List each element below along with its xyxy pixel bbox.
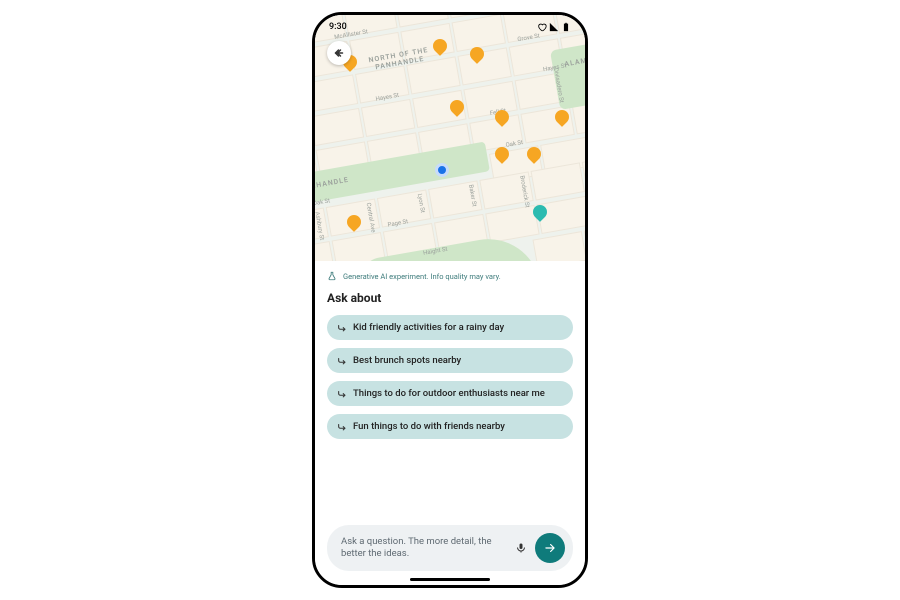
map-view[interactable]: Turk Blvd Golden Ga McAllister St Fulton… [315, 15, 585, 261]
suggestion-chip[interactable]: Fun things to do with friends nearby [327, 414, 573, 439]
suggestion-label: Things to do for outdoor enthusiasts nea… [353, 388, 545, 399]
suggestion-chip[interactable]: Kid friendly activities for a rainy day [327, 315, 573, 340]
arrow-return-icon [337, 323, 347, 333]
home-indicator [410, 578, 490, 581]
bottom-panel: Generative AI experiment. Info quality m… [315, 261, 585, 585]
suggestion-label: Fun things to do with friends nearby [353, 421, 505, 432]
suggestion-chip[interactable]: Things to do for outdoor enthusiasts nea… [327, 381, 573, 406]
battery-icon [561, 22, 571, 32]
status-icons [537, 22, 571, 32]
arrow-return-icon [337, 356, 347, 366]
status-time: 9:30 [329, 22, 347, 32]
phone-frame: 9:30 [312, 12, 588, 588]
suggestion-label: Best brunch spots nearby [353, 355, 461, 366]
notice-text: Generative AI experiment. Info quality m… [343, 272, 501, 281]
voice-input-button[interactable] [513, 542, 529, 554]
microphone-icon [515, 542, 527, 554]
question-input[interactable]: Ask a question. The more detail, the bet… [327, 525, 573, 571]
input-placeholder: Ask a question. The more detail, the bet… [341, 536, 513, 560]
cellular-icon [549, 22, 559, 32]
beaker-icon [327, 271, 337, 281]
send-icon [543, 541, 557, 555]
arrow-left-icon [333, 47, 345, 59]
suggestion-label: Kid friendly activities for a rainy day [353, 322, 504, 333]
send-button[interactable] [535, 533, 565, 563]
arrow-return-icon [337, 422, 347, 432]
status-bar: 9:30 [315, 19, 585, 35]
experiment-notice: Generative AI experiment. Info quality m… [327, 269, 573, 287]
current-location-dot [435, 163, 449, 177]
heart-icon [537, 22, 547, 32]
arrow-return-icon [337, 389, 347, 399]
back-button[interactable] [327, 41, 351, 65]
section-title: Ask about [327, 291, 573, 305]
suggestion-chip[interactable]: Best brunch spots nearby [327, 348, 573, 373]
